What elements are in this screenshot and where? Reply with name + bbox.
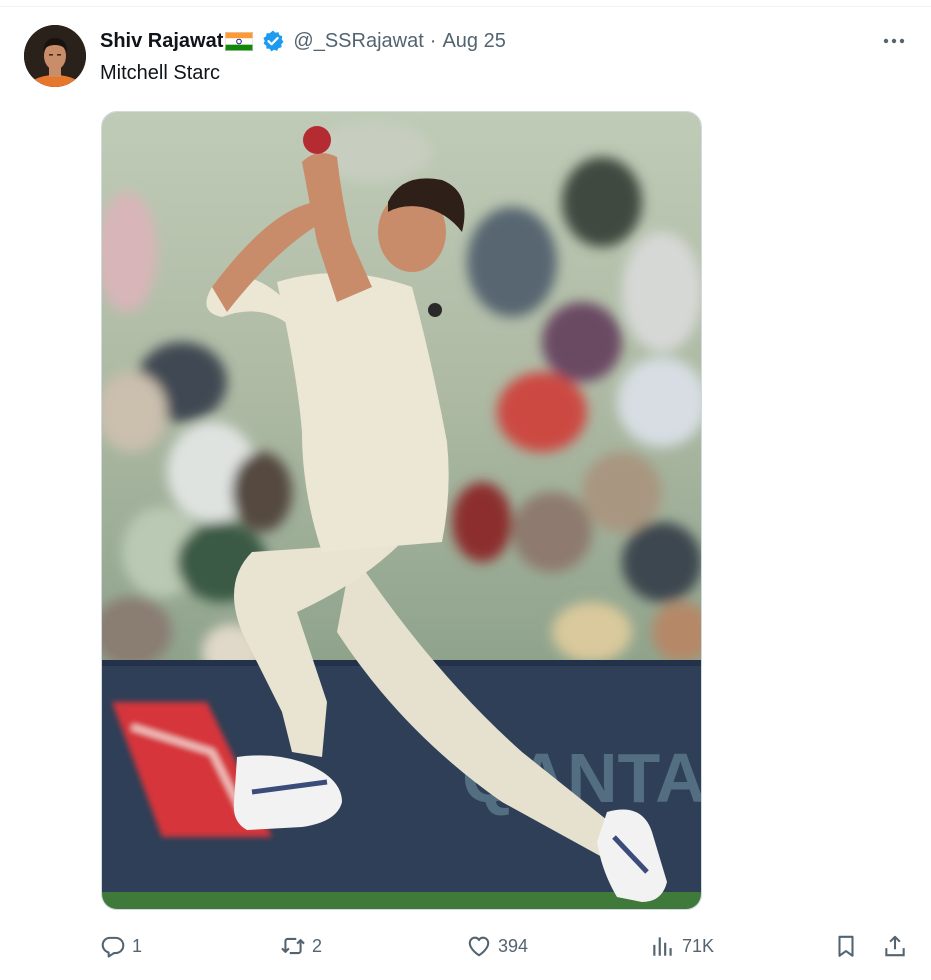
verified-badge-icon [261, 29, 285, 53]
tweet-text: Mitchell Starc [100, 62, 221, 84]
avatar-image [24, 25, 86, 87]
tweet-header: Shiv Rajawat @_SSRajawat · Aug 25 [100, 28, 506, 54]
repost-count: 2 [312, 935, 323, 956]
views-count: 71K [682, 935, 715, 956]
reply-button[interactable]: 1 [100, 928, 142, 964]
tweet-date[interactable]: Aug 25 [442, 30, 505, 53]
bookmark-button[interactable] [833, 928, 859, 964]
reply-icon [101, 936, 125, 958]
more-options-icon [883, 38, 905, 44]
share-icon [885, 935, 905, 957]
like-icon [468, 936, 490, 957]
tweet-card[interactable]: Shiv Rajawat @_SSRajawat · Aug 25 Mitche… [0, 0, 931, 980]
share-button[interactable] [882, 928, 908, 964]
views-button[interactable]: 71K [650, 928, 714, 964]
display-name[interactable]: Shiv Rajawat [100, 30, 223, 53]
views-icon [653, 937, 672, 956]
header-separator: · [429, 29, 437, 52]
tweet-media-image[interactable]: QANTAS [101, 111, 702, 910]
reply-count: 1 [132, 935, 143, 956]
cricket-bowler-photo: QANTAS [102, 112, 701, 909]
avatar[interactable] [24, 25, 86, 87]
repost-icon [281, 937, 305, 955]
more-options-button[interactable] [880, 30, 908, 52]
like-count: 394 [498, 935, 529, 956]
tweet-actions-bar: 1 2 394 71K [100, 928, 915, 964]
repost-button[interactable]: 2 [280, 928, 322, 964]
bookmark-icon [838, 935, 854, 957]
like-button[interactable]: 394 [466, 928, 528, 964]
user-handle[interactable]: @_SSRajawat [293, 30, 423, 53]
india-flag-icon [225, 31, 254, 51]
